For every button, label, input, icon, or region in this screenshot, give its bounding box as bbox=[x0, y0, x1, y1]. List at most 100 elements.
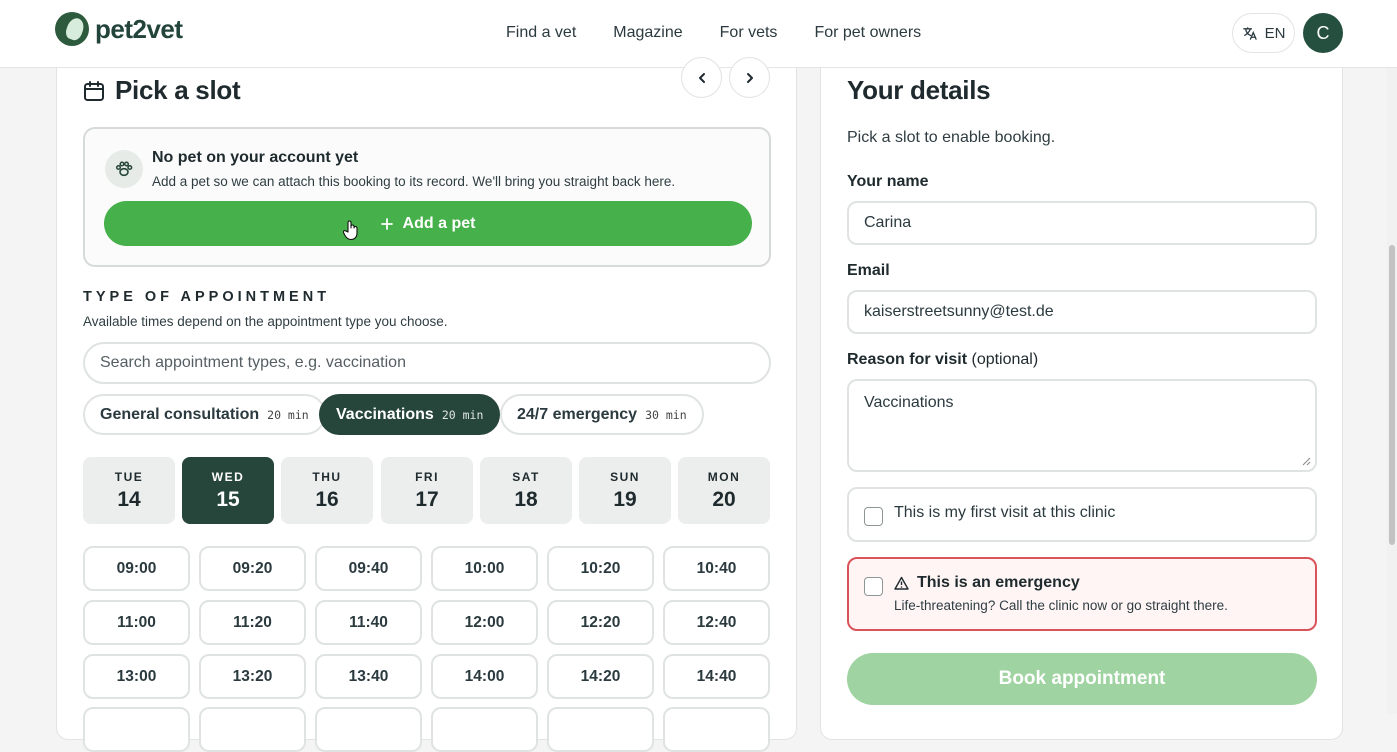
day-number: 17 bbox=[415, 487, 439, 511]
day-tab[interactable]: MON 20 bbox=[678, 457, 770, 524]
name-value: Carina bbox=[864, 214, 912, 231]
first-visit-checkbox[interactable] bbox=[864, 507, 883, 526]
add-pet-button[interactable]: Add a pet bbox=[104, 201, 752, 246]
day-tab-selected[interactable]: WED 15 bbox=[182, 457, 274, 524]
nav-magazine[interactable]: Magazine bbox=[613, 24, 682, 42]
reason-textarea[interactable]: Vaccinations bbox=[847, 379, 1317, 472]
time-slot[interactable]: 11:20 bbox=[199, 600, 306, 645]
add-pet-label: Add a pet bbox=[402, 214, 476, 232]
time-slot[interactable]: 12:20 bbox=[547, 600, 654, 645]
nav-find-a-vet[interactable]: Find a vet bbox=[506, 24, 576, 42]
day-tab[interactable]: TUE 14 bbox=[83, 457, 175, 524]
time-slot[interactable]: 10:20 bbox=[547, 546, 654, 591]
slot-panel-title: Pick a slot bbox=[83, 75, 241, 106]
reason-value: Vaccinations bbox=[864, 394, 954, 411]
book-appointment-button[interactable]: Book appointment bbox=[847, 653, 1317, 705]
chevron-right-icon bbox=[746, 72, 753, 83]
type-chip-general-consultation[interactable]: General consultation 20 min bbox=[83, 394, 326, 435]
emergency-subtext: Life-threatening? Call the clinic now or… bbox=[894, 598, 1228, 613]
day-tab[interactable]: THU 16 bbox=[281, 457, 373, 524]
appointment-type-subtitle: Available times depend on the appointmen… bbox=[83, 314, 448, 329]
scrollbar-thumb[interactable] bbox=[1389, 245, 1395, 545]
language-label: EN bbox=[1264, 24, 1286, 42]
day-number: 14 bbox=[117, 487, 141, 511]
time-slot[interactable]: 10:00 bbox=[431, 546, 538, 591]
day-name: FRI bbox=[415, 469, 439, 484]
logo-icon bbox=[55, 12, 89, 46]
day-name: WED bbox=[211, 469, 245, 484]
day-number: 16 bbox=[315, 487, 339, 511]
day-number: 18 bbox=[514, 487, 538, 511]
day-name: SAT bbox=[512, 469, 540, 484]
logo[interactable]: pet2vet bbox=[55, 12, 183, 46]
reason-label: Reason for visit (optional) bbox=[847, 351, 1038, 369]
reason-label-text: Reason for visit bbox=[847, 351, 968, 368]
type-chip-name: 24/7 emergency bbox=[517, 405, 638, 423]
no-pet-text: Add a pet so we can attach this booking … bbox=[152, 174, 676, 189]
time-slot[interactable]: 09:00 bbox=[83, 546, 190, 591]
appointment-type-heading: TYPE OF APPOINTMENT bbox=[83, 289, 331, 305]
translate-icon bbox=[1242, 26, 1257, 40]
type-chip-name: Vaccinations bbox=[336, 405, 434, 423]
day-name: MON bbox=[707, 469, 741, 484]
nav-for-pet-owners[interactable]: For pet owners bbox=[814, 24, 921, 42]
time-slot[interactable]: 13:40 bbox=[315, 654, 422, 699]
time-slot[interactable]: 14:00 bbox=[431, 654, 538, 699]
day-number: 20 bbox=[712, 487, 736, 511]
day-name: THU bbox=[312, 469, 342, 484]
time-slot[interactable]: 12:00 bbox=[431, 600, 538, 645]
day-number: 19 bbox=[613, 487, 637, 511]
day-tab[interactable]: SAT 18 bbox=[480, 457, 572, 524]
type-chip-duration: 20 min bbox=[267, 407, 309, 422]
type-chip-duration: 20 min bbox=[441, 407, 484, 422]
nav-for-vets[interactable]: For vets bbox=[720, 24, 778, 42]
time-slot[interactable]: 09:20 bbox=[199, 546, 306, 591]
time-slot[interactable]: 11:00 bbox=[83, 600, 190, 645]
type-chip-duration: 30 min bbox=[645, 407, 687, 422]
time-slot[interactable]: 14:20 bbox=[547, 654, 654, 699]
emergency-label: This is an emergency bbox=[917, 574, 1080, 591]
next-week-button[interactable] bbox=[729, 57, 770, 98]
time-slot[interactable]: 14:40 bbox=[663, 654, 770, 699]
paw-icon bbox=[105, 150, 143, 188]
slot-panel-title-text: Pick a slot bbox=[115, 75, 241, 105]
logo-text: pet2vet bbox=[95, 13, 183, 44]
time-slot[interactable]: 11:40 bbox=[315, 600, 422, 645]
email-value: kaiserstreetsunny@test.de bbox=[864, 303, 1054, 320]
day-tab[interactable]: SUN 19 bbox=[579, 457, 671, 524]
email-input[interactable]: kaiserstreetsunny@test.de bbox=[847, 290, 1317, 334]
prev-week-button[interactable] bbox=[681, 57, 722, 98]
day-tab[interactable]: FRI 17 bbox=[381, 457, 473, 524]
time-slot[interactable]: 09:40 bbox=[315, 546, 422, 591]
warning-icon bbox=[894, 576, 909, 590]
appointment-search-input[interactable] bbox=[83, 342, 771, 384]
day-name: SUN bbox=[610, 469, 640, 484]
time-slot[interactable]: 10:40 bbox=[663, 546, 770, 591]
reason-optional: (optional) bbox=[971, 351, 1039, 368]
time-slot[interactable]: 12:40 bbox=[663, 600, 770, 645]
type-chip-emergency[interactable]: 24/7 emergency 30 min bbox=[500, 394, 704, 435]
chevron-left-icon bbox=[698, 72, 705, 83]
avatar[interactable]: C bbox=[1303, 13, 1343, 53]
no-pet-notice: No pet on your account yet Add a pet so … bbox=[83, 127, 771, 267]
language-button[interactable]: EN bbox=[1232, 13, 1295, 53]
plus-icon bbox=[380, 217, 393, 230]
emergency-option[interactable]: This is an emergency Life-threatening? C… bbox=[847, 557, 1317, 631]
details-panel-title-text: Your details bbox=[847, 75, 991, 105]
time-slot[interactable]: 13:00 bbox=[83, 654, 190, 699]
type-chip-name: General consultation bbox=[100, 405, 260, 423]
pointer-cursor-icon bbox=[343, 220, 358, 241]
emergency-checkbox[interactable] bbox=[864, 577, 883, 596]
resize-handle-icon[interactable] bbox=[1302, 457, 1311, 466]
first-visit-option[interactable]: This is my first visit at this clinic bbox=[847, 487, 1317, 542]
emergency-title: This is an emergency bbox=[894, 574, 1080, 592]
type-chip-vaccinations[interactable]: Vaccinations 20 min bbox=[319, 394, 501, 435]
main-nav: Find a vet Magazine For vets For pet own… bbox=[506, 24, 921, 42]
details-panel-title: Your details bbox=[847, 75, 991, 106]
calendar-icon bbox=[84, 80, 104, 101]
email-label: Email bbox=[847, 262, 890, 279]
name-input[interactable]: Carina bbox=[847, 201, 1317, 245]
day-number: 15 bbox=[216, 487, 240, 511]
time-slot[interactable]: 13:20 bbox=[199, 654, 306, 699]
day-name: TUE bbox=[114, 469, 144, 484]
